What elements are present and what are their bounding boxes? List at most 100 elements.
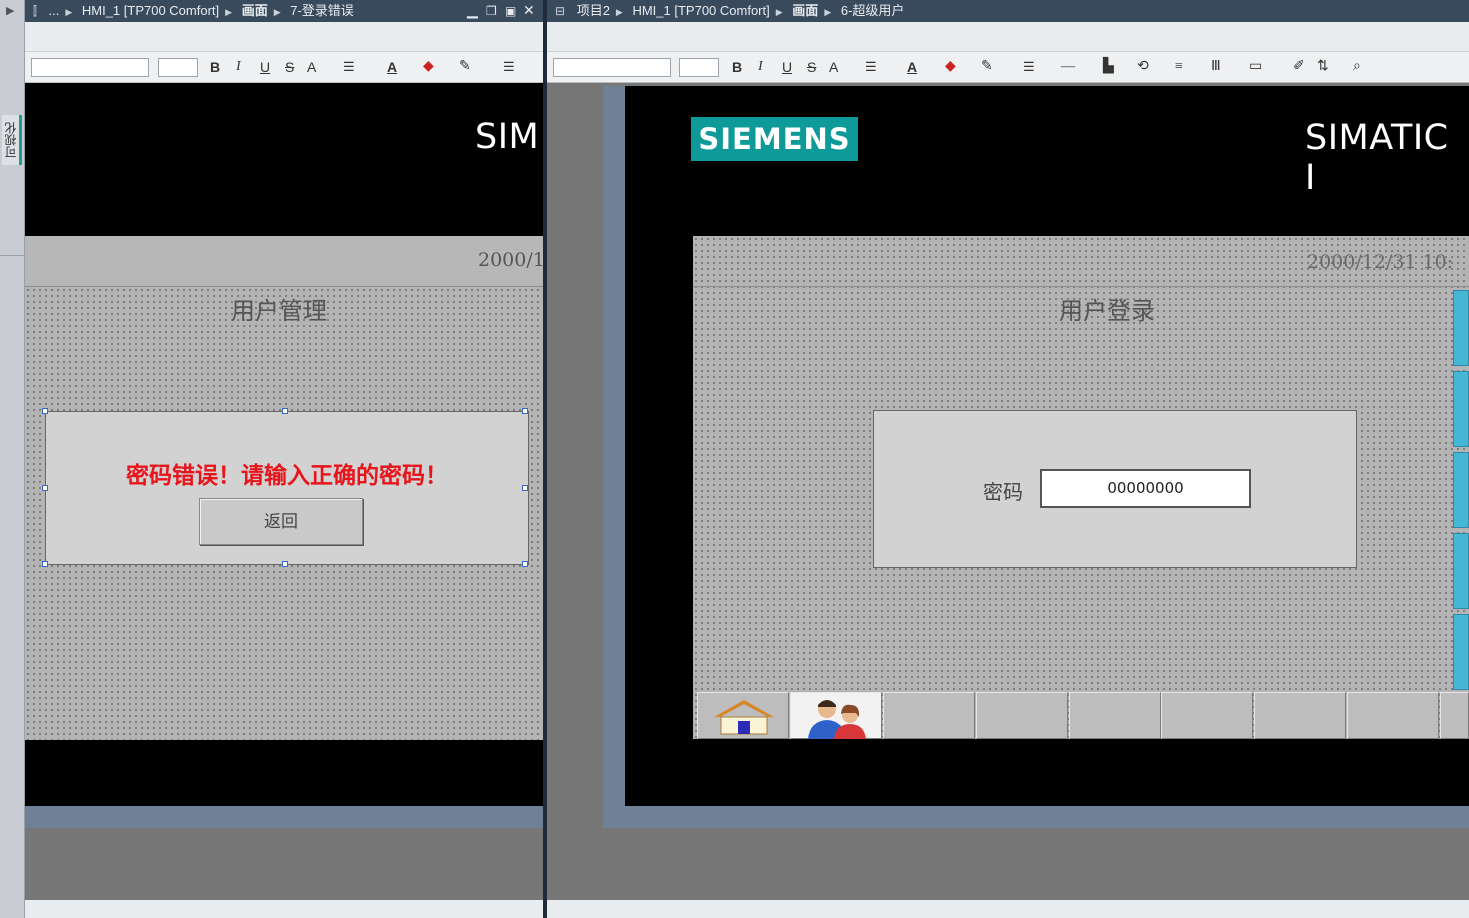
distribute-icon[interactable]: ≡ (1175, 57, 1183, 77)
side-tab-3[interactable] (1453, 452, 1469, 528)
nav-slot-4[interactable] (976, 692, 1068, 739)
left-brand-text: SIM (475, 117, 540, 157)
visualization-tab[interactable]: 可视化 (2, 115, 22, 165)
left-format-toolbar: B I U S A ☰ A ◆ ✎ ☰ (25, 52, 543, 83)
selection-handle[interactable] (42, 408, 48, 414)
crumb-device[interactable]: HMI_1 [TP700 Comfort] (82, 3, 219, 18)
left-date-field: 2000/1 (478, 249, 543, 271)
nav-slot-9[interactable] (1440, 692, 1469, 739)
left-device-frame (25, 806, 543, 828)
nav-slot-6[interactable] (1161, 692, 1253, 739)
fill-color-icon[interactable]: ◆ (423, 57, 434, 77)
side-tab-2[interactable] (1453, 371, 1469, 447)
right-screen-title: 用户登录 (1059, 297, 1155, 325)
font-size-field[interactable] (158, 58, 198, 77)
crumb-sep-icon: ▶ (65, 7, 73, 17)
maximize-icon[interactable]: ▣ (505, 0, 516, 22)
left-hmi-footer (25, 740, 543, 806)
italic-button[interactable]: I (758, 57, 763, 77)
crumb-sep-icon: ▶ (824, 7, 832, 17)
crumb-sep-icon: ▶ (273, 7, 281, 17)
selection-handle[interactable] (282, 561, 288, 567)
selection-handle[interactable] (282, 408, 288, 414)
left-screen-title: 用户管理 (231, 297, 327, 325)
visualization-tab-label: 可视化 (4, 122, 18, 158)
minimize-icon[interactable]: ▁ (467, 0, 478, 22)
expand-arrow-icon[interactable]: ▶ (6, 4, 14, 17)
font-color-icon[interactable]: A (387, 57, 397, 77)
left-titlebar: ⫿ ... ▶ HMI_1 [TP700 Comfort] ▶ 画面 ▶ 7-登录错误 (25, 0, 543, 22)
font-grow-button[interactable]: A (307, 57, 316, 77)
selection-handle[interactable] (522, 408, 528, 414)
user-management-button[interactable] (790, 692, 882, 739)
crumb-screens[interactable]: 画面 (242, 3, 268, 18)
line-color-icon[interactable]: ✎ (459, 57, 471, 77)
italic-button[interactable]: I (236, 57, 241, 77)
crumb-sep-icon: ▶ (615, 7, 623, 17)
line-style-icon[interactable]: ☰ (1023, 57, 1035, 77)
rotate-icon[interactable]: ⟲ (1137, 57, 1149, 77)
left-hmi-header: SIM (25, 83, 543, 236)
crumb-screen[interactable]: 6-超级用户 (841, 3, 905, 18)
font-color-icon[interactable]: A (907, 57, 917, 77)
crumb-sep-icon: ▶ (225, 7, 233, 17)
layer-icon[interactable]: ⇅ (1317, 57, 1329, 77)
crumb-screen[interactable]: 7-登录错误 (290, 3, 354, 18)
nav-slot-7[interactable] (1254, 692, 1346, 739)
pin-icon[interactable]: ⫿ (33, 4, 45, 18)
selection-handle[interactable] (522, 485, 528, 491)
selection-handle[interactable] (522, 561, 528, 567)
size-icon[interactable]: ▭ (1249, 57, 1262, 77)
password-input[interactable]: 00000000 (1040, 469, 1251, 508)
nav-slot-3[interactable] (883, 692, 975, 739)
font-grow-button[interactable]: A (829, 57, 838, 77)
crumb-project[interactable]: 项目2 (577, 3, 610, 18)
right-date-band: 2000/12/31 10: (693, 236, 1469, 287)
right-blank-bar (547, 22, 1469, 52)
font-name-field[interactable] (31, 58, 149, 77)
line-style-icon[interactable]: ☰ (503, 57, 515, 77)
selection-handle[interactable] (42, 561, 48, 567)
float-icon[interactable]: ❐ (486, 0, 497, 22)
bold-button[interactable]: B (732, 57, 742, 77)
font-size-field[interactable] (679, 58, 719, 77)
side-tab-1[interactable] (1453, 290, 1469, 366)
left-date-band: 2000/1 (25, 236, 543, 287)
align-icon[interactable]: ☰ (343, 57, 355, 77)
side-tab-5[interactable] (1453, 614, 1469, 690)
nav-slot-5[interactable] (1069, 692, 1161, 739)
line-width-icon[interactable]: — (1061, 57, 1075, 77)
side-tab-4[interactable] (1453, 533, 1469, 609)
right-date-field: 2000/12/31 10: (1307, 251, 1454, 273)
selection-handle[interactable] (42, 485, 48, 491)
align-icon[interactable]: ☰ (865, 57, 877, 77)
fill-color-icon[interactable]: ◆ (945, 57, 956, 77)
format-painter-icon[interactable]: ✐ (1293, 57, 1305, 77)
columns-icon[interactable]: Ⅲ (1211, 57, 1221, 77)
home-button[interactable] (697, 692, 789, 739)
left-blank-bar (25, 22, 543, 52)
left-editor-panel: ⫿ ... ▶ HMI_1 [TP700 Comfort] ▶ 画面 ▶ 7-登录错误… (25, 0, 543, 918)
font-name-field[interactable] (553, 58, 671, 77)
window-icon[interactable]: ⊟ (555, 4, 573, 18)
left-tool-strip: ▶ 可视化 (0, 0, 25, 918)
right-status-bar (547, 900, 1469, 918)
close-icon[interactable]: ✕ (523, 0, 535, 22)
strikethrough-button[interactable]: S (807, 57, 816, 77)
right-titlebar: ⊟ 项目2 ▶ HMI_1 [TP700 Comfort] ▶ 画面 ▶ 6-超级用户 (547, 0, 1469, 22)
crumb-screens[interactable]: 画面 (792, 3, 818, 18)
crumb-ellipsis[interactable]: ... (48, 3, 59, 18)
align-objects-icon[interactable]: ▙ (1103, 57, 1114, 77)
underline-button[interactable]: U (782, 57, 792, 77)
return-button[interactable]: 返回 (199, 498, 363, 545)
line-color-icon[interactable]: ✎ (981, 57, 993, 77)
nav-slot-8[interactable] (1347, 692, 1439, 739)
bold-button[interactable]: B (210, 57, 220, 77)
strikethrough-button[interactable]: S (285, 57, 294, 77)
left-status-bar (25, 900, 543, 918)
crumb-device[interactable]: HMI_1 [TP700 Comfort] (632, 3, 769, 18)
zoom-icon[interactable]: ⌕ (1353, 57, 1361, 77)
right-editor-panel: ⊟ 项目2 ▶ HMI_1 [TP700 Comfort] ▶ 画面 ▶ 6-超级用户… (547, 0, 1469, 918)
password-label: 密码 (983, 480, 1023, 504)
underline-button[interactable]: U (260, 57, 270, 77)
